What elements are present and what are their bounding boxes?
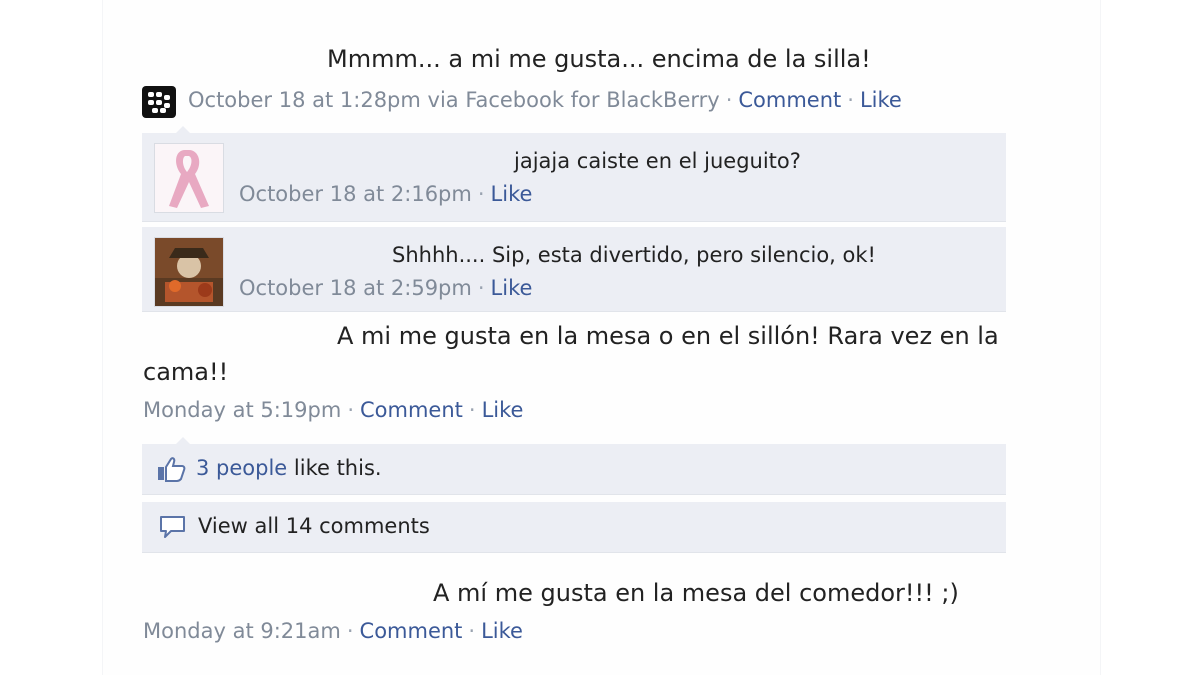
comment-link[interactable]: Comment	[360, 398, 463, 422]
comment-text: jajaja caiste en el jueguito?	[514, 149, 801, 173]
view-comments-row[interactable]: View all 14 comments	[142, 502, 1006, 553]
post-timestamp[interactable]: Monday at 9:21am	[143, 619, 341, 643]
comment-bubble-icon	[158, 514, 188, 540]
pink-ribbon-icon[interactable]	[154, 143, 224, 213]
post-text: A mí me gusta en la mesa del comedor!!! …	[433, 579, 959, 607]
comment-meta: October 18 at 2:16pm · Like	[239, 182, 533, 206]
blackberry-icon	[142, 86, 176, 118]
comment-link[interactable]: Comment	[360, 619, 463, 643]
comment-timestamp[interactable]: October 18 at 2:16pm	[239, 182, 472, 206]
photo-avatar[interactable]	[154, 237, 224, 307]
comment-item: jajaja caiste en el jueguito? October 18…	[142, 133, 1006, 222]
comment-text: Shhhh.... Sip, esta divertido, pero sile…	[392, 243, 876, 267]
post-meta: Monday at 5:19pm · Comment · Like	[143, 398, 524, 422]
like-link[interactable]: Like	[481, 619, 523, 643]
post-text-line-1: A mi me gusta en la mesa o en el sillón!…	[337, 322, 999, 350]
post-meta: October 18 at 1:28pm via Facebook for Bl…	[188, 88, 902, 112]
likes-row: 3 people like this.	[142, 444, 1006, 495]
comment-meta: October 18 at 2:59pm · Like	[239, 276, 533, 300]
post-text-line-2: cama!!	[143, 358, 229, 386]
post-timestamp[interactable]: Monday at 5:19pm	[143, 398, 341, 422]
like-link[interactable]: Like	[860, 88, 902, 112]
comment-notch	[176, 126, 190, 133]
comment-timestamp[interactable]: October 18 at 2:59pm	[239, 276, 472, 300]
comment-notch	[176, 437, 190, 444]
comment-like-link[interactable]: Like	[491, 276, 533, 300]
view-all-comments-link[interactable]: View all 14 comments	[198, 514, 430, 538]
comment-item: Shhhh.... Sip, esta divertido, pero sile…	[142, 227, 1006, 312]
likes-summary: 3 people like this.	[196, 456, 382, 480]
comment-link[interactable]: Comment	[738, 88, 841, 112]
thumbs-up-icon[interactable]	[156, 456, 186, 482]
people-link[interactable]: 3 people	[196, 456, 287, 480]
post-meta: Monday at 9:21am · Comment · Like	[143, 619, 523, 643]
post-text: Mmmm... a mi me gusta... encima de la si…	[327, 45, 871, 73]
post-timestamp[interactable]: October 18 at 1:28pm via Facebook for Bl…	[188, 88, 720, 112]
comment-like-link[interactable]: Like	[491, 182, 533, 206]
like-link[interactable]: Like	[482, 398, 524, 422]
likes-suffix: like this.	[287, 456, 382, 480]
